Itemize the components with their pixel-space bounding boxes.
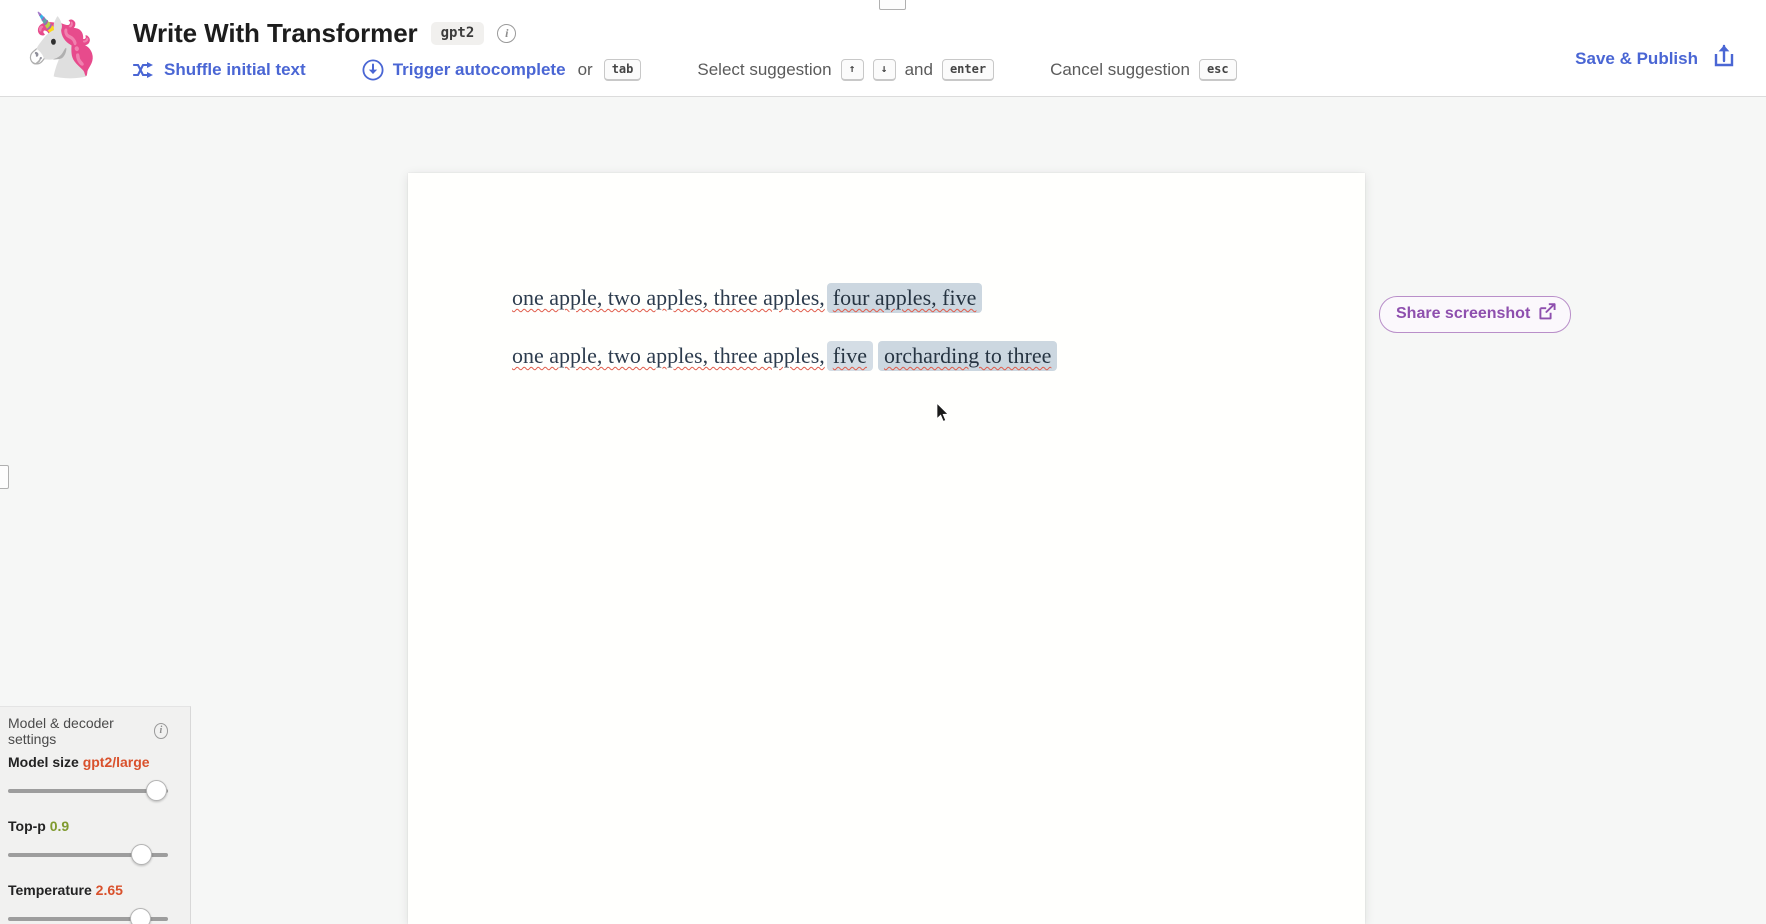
setting-name: Temperature [8, 882, 92, 898]
document-editor-card[interactable]: one apple, two apples, three apples, four… [408, 173, 1365, 924]
slider-thumb[interactable] [129, 908, 151, 924]
setting-value: gpt2/large [82, 754, 150, 770]
shuffle-icon [133, 61, 155, 79]
settings-panel-title: Model & decoder settings [8, 715, 114, 747]
info-icon[interactable]: i [153, 723, 168, 739]
title-row: Write With Transformer gpt2 i [133, 18, 517, 49]
slider-thumb[interactable] [131, 844, 153, 865]
share-screenshot-label: Share screenshot [1396, 305, 1531, 322]
mouse-cursor [936, 401, 950, 423]
cancel-suggestion-hint: Cancel suggestion esc [1050, 59, 1237, 81]
cancel-suggestion-label: Cancel suggestion [1050, 60, 1190, 79]
save-and-publish-label: Save & Publish [1575, 48, 1698, 68]
slider-model-size[interactable] [8, 780, 168, 802]
trigger-autocomplete-button[interactable]: Trigger autocomplete [362, 59, 566, 81]
share-upload-icon [1710, 42, 1738, 75]
document-prompt-text: one apple, two apples, three apples, [512, 285, 825, 310]
or-label: or [577, 60, 593, 79]
shuffle-initial-text-label: Shuffle initial text [164, 60, 306, 79]
left-drag-handle[interactable] [0, 465, 9, 489]
share-screenshot-button[interactable]: Share screenshot [1379, 296, 1572, 333]
suggestion-chip[interactable]: orcharding to three [877, 341, 1058, 371]
select-suggestion-label: Select suggestion [697, 60, 832, 79]
settings-panel-header: Model & decoder settings i [8, 715, 168, 747]
suggestion-chip[interactable]: five [826, 341, 873, 371]
slider-track [8, 789, 168, 793]
top-drag-handle[interactable] [879, 0, 906, 10]
external-link-icon [1539, 303, 1556, 325]
slider-thumb[interactable] [145, 780, 167, 801]
slider-top-p[interactable] [8, 844, 168, 866]
app-root: 🦄 Write With Transformer gpt2 i Shuffle … [0, 0, 1766, 924]
download-circle-icon [362, 59, 384, 81]
setting-label-model-size: Model size gpt2/large [8, 754, 168, 770]
arrow-up-key: ↑ [840, 59, 864, 81]
model-badge[interactable]: gpt2 [430, 22, 485, 45]
and-label: and [904, 60, 933, 79]
tab-key: tab [603, 59, 642, 81]
setting-value: 0.9 [49, 818, 70, 834]
document-line[interactable]: one apple, two apples, three apples, four… [512, 283, 1305, 313]
trigger-autocomplete-label: Trigger autocomplete [392, 60, 566, 79]
actions-row: Shuffle initial text Trigger autocomplet… [133, 56, 1237, 84]
page-title: Write With Transformer [133, 18, 418, 48]
unicorn-emoji-icon: 🦄 [23, 11, 101, 80]
top-bar: 🦄 Write With Transformer gpt2 i Shuffle … [0, 0, 1766, 97]
esc-key: esc [1198, 59, 1237, 81]
setting-name: Model size [8, 754, 79, 770]
document-prompt-text: one apple, two apples, three apples, [512, 343, 825, 368]
shuffle-initial-text-button[interactable]: Shuffle initial text [133, 60, 306, 80]
slider-temperature[interactable] [8, 908, 168, 924]
select-suggestion-hint: Select suggestion ↑ ↓ and enter [697, 59, 995, 81]
save-and-publish-button[interactable]: Save & Publish [1575, 42, 1738, 75]
document-body[interactable]: one apple, two apples, three apples, four… [512, 283, 1305, 399]
info-icon[interactable]: i [497, 24, 517, 43]
document-line[interactable]: one apple, two apples, three apples, five… [512, 341, 1305, 371]
suggestion-chip[interactable]: four apples, five [826, 283, 983, 313]
setting-name: Top-p [8, 818, 46, 834]
model-decoder-settings-panel[interactable]: Model & decoder settings i Model size gp… [0, 706, 191, 924]
setting-label-temperature: Temperature 2.65 [8, 882, 168, 898]
enter-key: enter [941, 59, 995, 81]
arrow-down-key: ↓ [872, 59, 896, 81]
setting-label-top-p: Top-p 0.9 [8, 818, 168, 834]
setting-value: 2.65 [95, 882, 123, 898]
